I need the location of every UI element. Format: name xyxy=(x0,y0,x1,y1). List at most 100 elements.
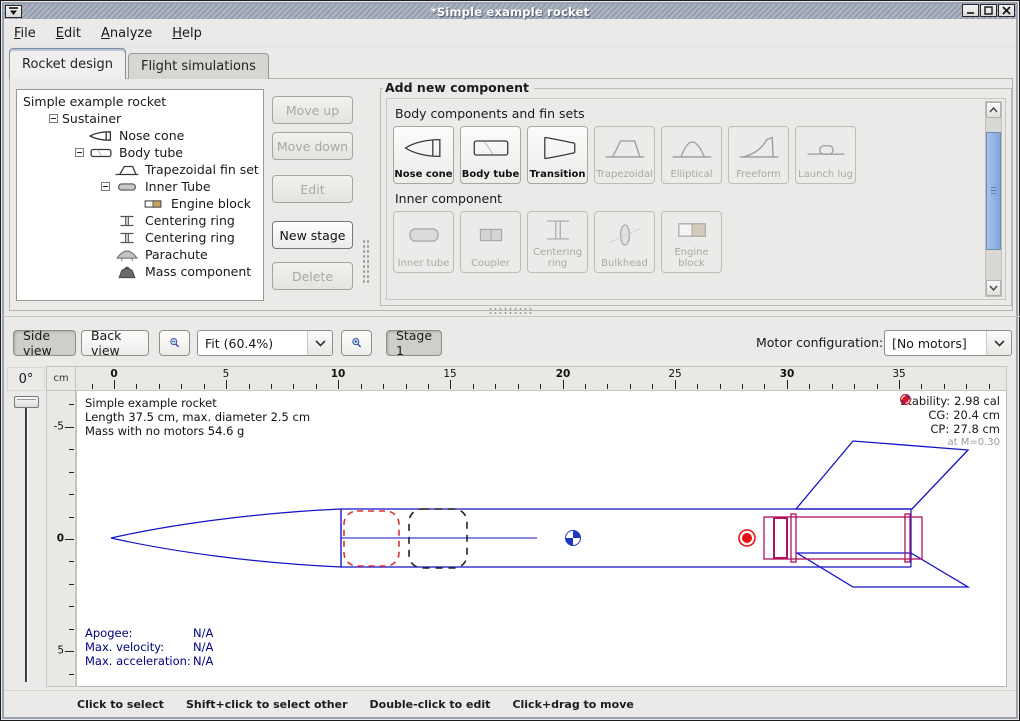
centering-ring-outline xyxy=(791,514,796,562)
title-bar[interactable]: *Simple example rocket xyxy=(4,4,1016,19)
engine-block-icon xyxy=(670,216,714,244)
add-coupler-button[interactable]: Coupler xyxy=(460,211,521,273)
max-velocity-label: Max. velocity: xyxy=(85,640,193,654)
chevron-down-icon[interactable] xyxy=(986,331,1011,355)
main-tabs: Rocket design Flight simulations xyxy=(9,47,271,79)
cp-value: 27.8 cm xyxy=(953,422,1000,436)
scroll-up-icon[interactable] xyxy=(986,102,1001,118)
collapse-expander-icon[interactable] xyxy=(75,148,84,157)
chevron-down-icon[interactable] xyxy=(307,331,332,355)
move-up-button[interactable]: Move up xyxy=(272,96,353,124)
add-transition-button[interactable]: Transition xyxy=(527,126,588,184)
hint-double-click: Double-click to edit xyxy=(370,698,491,711)
move-down-button[interactable]: Move down xyxy=(272,132,353,160)
collapse-expander-icon[interactable] xyxy=(49,114,58,123)
apogee-label: Apogee: xyxy=(85,626,193,640)
scroll-down-icon[interactable] xyxy=(986,280,1001,296)
tree-item-centering-ring[interactable]: Centering ring xyxy=(17,229,263,246)
rotation-slider-handle[interactable] xyxy=(14,396,39,408)
menu-file[interactable]: File xyxy=(14,26,36,41)
nose-cone-icon xyxy=(402,134,446,162)
coupler-icon xyxy=(469,221,513,249)
hint-shift-click: Shift+click to select other xyxy=(186,698,348,711)
tree-item-trapezoidal-fin-set[interactable]: Trapezoidal fin set xyxy=(17,161,263,178)
tree-item-mass-component[interactable]: Mass component xyxy=(17,263,263,280)
tree-item-centering-ring[interactable]: Centering ring xyxy=(17,212,263,229)
tree-item-engine-block[interactable]: Engine block xyxy=(17,195,263,212)
tree-item-sustainer[interactable]: Sustainer xyxy=(17,110,263,127)
tree-item-nose-cone[interactable]: Nose cone xyxy=(17,127,263,144)
menu-edit[interactable]: Edit xyxy=(56,26,81,41)
side-view-button[interactable]: Side view xyxy=(13,330,76,356)
add-body-tube-button[interactable]: Body tube xyxy=(460,126,521,184)
add-component-groupbox: Add new component Body components and fi… xyxy=(380,88,1012,306)
v-ruler-label: 5 xyxy=(57,644,64,656)
add-trapezoidal-button[interactable]: Trapezoidal xyxy=(594,126,655,184)
tree-item-inner-tube[interactable]: Inner Tube xyxy=(17,178,263,195)
add-bulkhead-button[interactable]: Bulkhead xyxy=(594,211,655,273)
add-centering-ring-button[interactable]: Centering ring xyxy=(527,211,588,273)
magnifier-plus-icon xyxy=(351,335,362,351)
motor-configuration-select[interactable]: [No motors] xyxy=(884,330,1012,356)
component-tree[interactable]: Simple example rocketSustainerNose coneB… xyxy=(16,89,264,301)
minimize-button[interactable] xyxy=(962,4,979,17)
menu-analyze[interactable]: Analyze xyxy=(101,26,152,41)
zoom-out-button[interactable] xyxy=(159,330,190,356)
tree-item-simple-example-rocket[interactable]: Simple example rocket xyxy=(17,93,263,110)
back-view-button[interactable]: Back view xyxy=(81,330,149,356)
add-inner-tube-button[interactable]: Inner tube xyxy=(393,211,454,273)
h-ruler-label: 30 xyxy=(780,368,795,380)
add-engine-block-button[interactable]: Engine block xyxy=(661,211,722,273)
h-ruler-label: 15 xyxy=(443,368,456,380)
tree-item-label: Centering ring xyxy=(145,230,235,245)
zoom-in-button[interactable] xyxy=(341,330,372,356)
delete-button[interactable]: Delete xyxy=(272,262,353,290)
h-ruler-label: 10 xyxy=(331,368,346,380)
add-launch-lug-button[interactable]: Launch lug xyxy=(795,126,856,184)
v-ruler-label: -5 xyxy=(54,420,64,432)
cg-marker xyxy=(566,531,581,546)
tree-item-body-tube[interactable]: Body tube xyxy=(17,144,263,161)
add-freeform-button[interactable]: Freeform xyxy=(728,126,789,184)
trapezoidal-fin-icon xyxy=(603,134,647,162)
add-nose-cone-button[interactable]: Nose cone xyxy=(393,126,454,184)
tree-item-label: Centering ring xyxy=(145,213,235,228)
tab-flight-simulations[interactable]: Flight simulations xyxy=(128,53,269,79)
maximize-button[interactable] xyxy=(980,4,997,17)
zoom-level-value: Fit (60.4%) xyxy=(198,336,307,351)
horizontal-splitter[interactable] xyxy=(488,307,534,314)
tree-item-label: Engine block xyxy=(171,196,251,211)
new-stage-button[interactable]: New stage xyxy=(272,221,353,249)
body-tube-icon xyxy=(88,146,114,160)
stage-1-toggle[interactable]: Stage 1 xyxy=(386,330,442,356)
centering-ring-icon xyxy=(536,216,580,244)
cg-value: 20.4 cm xyxy=(953,408,1000,422)
centering-ring-outline xyxy=(905,514,910,562)
centering-ring-icon xyxy=(114,214,140,228)
component-scrollbar[interactable] xyxy=(985,101,1002,297)
collapse-expander-icon[interactable] xyxy=(101,182,110,191)
menu-help[interactable]: Help xyxy=(172,26,202,41)
horizontal-ruler: 05101520253035 xyxy=(76,366,1007,391)
max-acceleration-value: N/A xyxy=(193,654,213,668)
vertical-splitter[interactable] xyxy=(362,239,369,285)
rotation-slider-track[interactable] xyxy=(25,401,28,682)
flight-data: Apogee:N/A Max. velocity:N/A Max. accele… xyxy=(85,626,213,668)
zoom-level-select[interactable]: Fit (60.4%) xyxy=(197,330,333,356)
stability-info: Stability: 2.98 cal CG: 20.4 cm CP: 27.8 xyxy=(900,394,1000,450)
tab-rocket-design[interactable]: Rocket design xyxy=(9,48,126,79)
rocket-diagram-canvas[interactable]: Simple example rocket Length 37.5 cm, ma… xyxy=(76,391,1007,687)
motor-configuration-value: [No motors] xyxy=(885,336,986,351)
ruler-unit-label: cm xyxy=(46,366,76,391)
tree-item-parachute[interactable]: Parachute xyxy=(17,246,263,263)
close-button[interactable] xyxy=(998,4,1015,17)
edit-button[interactable]: Edit xyxy=(272,175,353,203)
window-menu-icon[interactable] xyxy=(5,5,22,18)
engine-block-icon xyxy=(140,197,166,211)
scrollbar-thumb[interactable] xyxy=(986,132,1001,250)
magnifier-minus-icon xyxy=(169,335,180,351)
add-elliptical-button[interactable]: Elliptical xyxy=(661,126,722,184)
status-bar: Click to select Shift+click to select ot… xyxy=(4,690,1016,717)
add-component-scrollpane: Body components and fin setsNose coneBod… xyxy=(386,98,1006,300)
nose-cone-icon xyxy=(88,129,114,143)
